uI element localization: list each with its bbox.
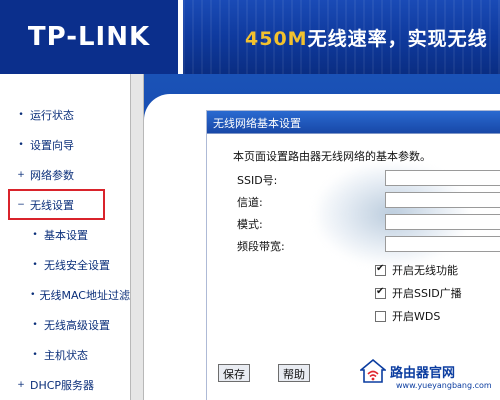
bandwidth-label: 频段带宽: bbox=[237, 240, 285, 253]
bullet-icon: • bbox=[30, 290, 36, 300]
nav-list: • 运行状态 • 设置向导 + 网络参数 − 无线设置 • 基本设置 • 无线安… bbox=[0, 100, 130, 400]
sidebar-item-label: 无线安全设置 bbox=[44, 259, 110, 272]
wireless-enable-checkbox[interactable] bbox=[375, 263, 386, 276]
sidebar-item-host-status[interactable]: • 主机状态 bbox=[0, 340, 130, 370]
brand-logo-text: TP-LINK bbox=[27, 22, 151, 52]
ssid-broadcast-label: 开启SSID广播 bbox=[392, 287, 462, 300]
expand-plus-icon: + bbox=[17, 380, 25, 390]
wds-label: 开启WDS bbox=[392, 310, 441, 323]
watermark-text: 路由器 bbox=[260, 330, 356, 365]
bullet-icon: • bbox=[32, 320, 38, 330]
bullet-icon: • bbox=[18, 140, 24, 150]
panel-title: 无线网络基本设置 bbox=[207, 111, 500, 133]
ssid-broadcast-row[interactable]: 开启SSID广播 bbox=[375, 285, 462, 301]
sidebar-item-run-status[interactable]: • 运行状态 bbox=[0, 100, 130, 130]
bandwidth-select[interactable] bbox=[385, 236, 500, 252]
wireless-enable-row[interactable]: 开启无线功能 bbox=[375, 262, 458, 278]
slogan-text: 无线速率，实现无线 bbox=[307, 28, 488, 50]
sidebar-item-label: 主机状态 bbox=[44, 349, 88, 362]
banner-slogan: 450M无线速率，实现无线 bbox=[245, 24, 488, 51]
sidebar-item-label: 无线高级设置 bbox=[44, 319, 110, 332]
mode-label: 模式: bbox=[237, 218, 263, 231]
help-button[interactable]: 帮助 bbox=[278, 364, 310, 382]
sidebar-item-network[interactable]: + 网络参数 bbox=[0, 160, 130, 190]
sidebar-item-label: 设置向导 bbox=[30, 139, 74, 152]
sidebar-nav: • 运行状态 • 设置向导 + 网络参数 − 无线设置 • 基本设置 • 无线安… bbox=[0, 74, 130, 400]
panel-description: 本页面设置路由器无线网络的基本参数。 bbox=[233, 150, 431, 163]
sidebar-item-wireless-security[interactable]: • 无线安全设置 bbox=[0, 250, 130, 280]
collapse-minus-icon: − bbox=[17, 199, 25, 210]
sidebar-item-setup-wizard[interactable]: • 设置向导 bbox=[0, 130, 130, 160]
channel-label: 信道: bbox=[237, 196, 263, 209]
bullet-icon: • bbox=[32, 230, 38, 240]
sidebar-item-label: 无线MAC地址过滤 bbox=[39, 289, 130, 302]
expand-plus-icon: + bbox=[17, 170, 25, 180]
ssid-input[interactable] bbox=[385, 170, 500, 186]
sidebar-item-wireless-advanced[interactable]: • 无线高级设置 bbox=[0, 310, 130, 340]
slogan-banner: 450M无线速率，实现无线 bbox=[183, 0, 500, 74]
wds-row[interactable]: 开启WDS bbox=[375, 308, 440, 324]
sidebar-item-label: DHCP服务器 bbox=[30, 379, 95, 392]
wireless-enable-label: 开启无线功能 bbox=[392, 264, 458, 277]
wds-checkbox[interactable] bbox=[375, 310, 386, 322]
watermark-site-name: 路由器官网 bbox=[390, 366, 456, 381]
site-watermark: 路由器官网 www.yueyangbang.com bbox=[360, 356, 496, 396]
router-house-icon bbox=[360, 358, 386, 383]
brand-logo: TP-LINK bbox=[0, 0, 178, 74]
sidebar-item-label: 网络参数 bbox=[30, 169, 74, 182]
watermark-url: www.yueyangbang.com bbox=[396, 381, 492, 390]
bullet-icon: • bbox=[32, 260, 38, 270]
sidebar-item-wireless[interactable]: − 无线设置 bbox=[8, 189, 105, 220]
ssid-label: SSID号: bbox=[237, 174, 278, 187]
bullet-icon: • bbox=[32, 350, 38, 360]
sidebar-item-basic-settings[interactable]: • 基本设置 bbox=[0, 220, 130, 250]
sidebar-item-dhcp[interactable]: + DHCP服务器 bbox=[0, 370, 130, 400]
bullet-icon: • bbox=[18, 110, 24, 120]
mode-select[interactable] bbox=[385, 214, 500, 230]
sidebar-scrollbar[interactable] bbox=[130, 74, 144, 400]
top-banner: TP-LINK 450M无线速率，实现无线 bbox=[0, 0, 500, 74]
slogan-speed: 450M bbox=[245, 28, 308, 50]
sidebar-item-label: 运行状态 bbox=[30, 109, 74, 122]
sidebar-item-mac-filter[interactable]: • 无线MAC地址过滤 bbox=[0, 280, 130, 310]
sidebar-item-label: 无线设置 bbox=[30, 198, 74, 212]
ssid-broadcast-checkbox[interactable] bbox=[375, 286, 386, 299]
channel-select[interactable] bbox=[385, 192, 500, 208]
sidebar-item-label: 基本设置 bbox=[44, 229, 88, 242]
save-button[interactable]: 保存 bbox=[218, 364, 250, 382]
